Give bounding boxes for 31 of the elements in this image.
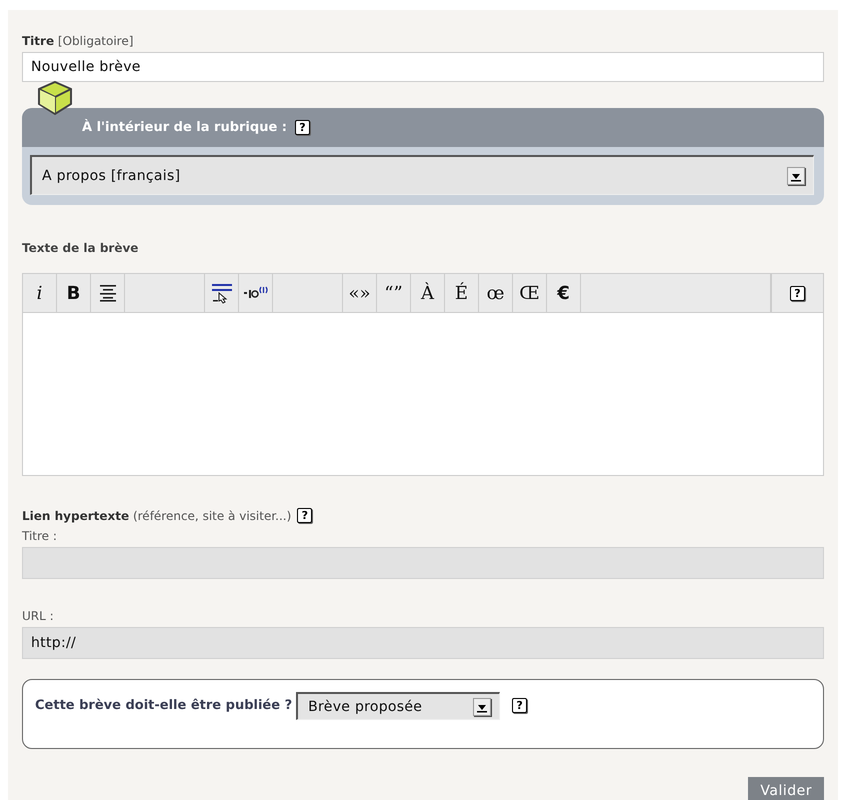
dropdown[interactable]: A propos [français] bbox=[30, 155, 814, 195]
format-button[interactable]: «» bbox=[348, 282, 371, 304]
caret-icon bbox=[787, 166, 805, 184]
field-label: URL : bbox=[22, 609, 55, 623]
link-title-input[interactable] bbox=[22, 547, 824, 579]
help-button[interactable]: ? bbox=[297, 508, 312, 523]
format-button[interactable]: Œ bbox=[519, 282, 540, 304]
title-input[interactable]: Nouvelle brève bbox=[22, 52, 824, 82]
align-center-icon[interactable] bbox=[98, 284, 116, 302]
link-cursor-icon[interactable] bbox=[210, 281, 234, 305]
field-label: Titre [Obligatoire] bbox=[22, 34, 134, 48]
status-question: Cette brève doit-elle être publiée ? bbox=[35, 698, 292, 713]
section-heading: À l'intérieur de la rubrique : bbox=[82, 120, 287, 135]
help-button[interactable]: ? bbox=[790, 286, 805, 300]
submit-button[interactable]: Valider bbox=[748, 777, 824, 800]
format-button[interactable]: B bbox=[66, 282, 80, 304]
format-button[interactable]: € bbox=[557, 282, 570, 304]
format-button[interactable]: i bbox=[36, 282, 42, 304]
format-button[interactable]: É bbox=[454, 282, 468, 304]
field-label: Titre : bbox=[22, 529, 58, 543]
dropdown[interactable]: Brève proposée bbox=[296, 692, 500, 720]
format-button[interactable]: œ bbox=[486, 282, 504, 304]
field-label: Lien hypertexte (référence, site à visiter...) bbox=[22, 508, 292, 522]
footnote-icon[interactable] bbox=[242, 285, 268, 301]
url-input[interactable]: http:// bbox=[22, 627, 824, 659]
format-button[interactable]: “” bbox=[384, 282, 403, 304]
field-label: Texte de la brève bbox=[22, 241, 140, 255]
format-button[interactable]: À bbox=[421, 282, 434, 304]
caret-icon bbox=[473, 698, 492, 716]
help-button[interactable]: ? bbox=[295, 120, 310, 135]
help-button[interactable]: ? bbox=[512, 698, 528, 713]
